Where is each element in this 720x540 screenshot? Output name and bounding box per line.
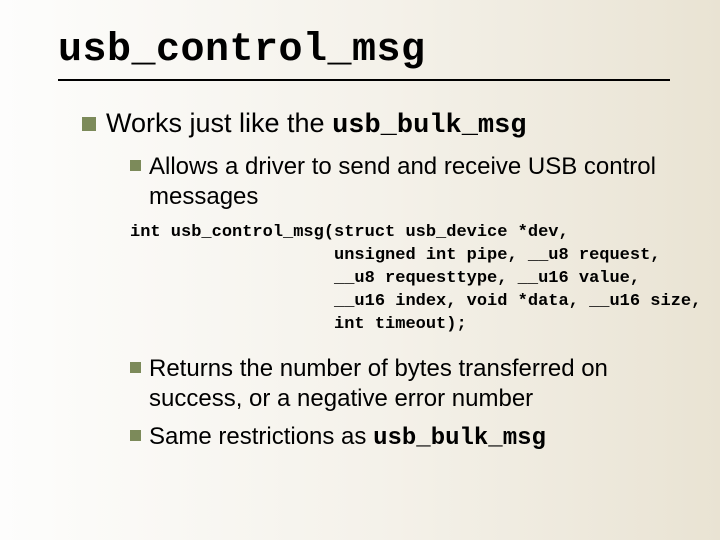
- lvl1-text: Works just like the: [106, 108, 332, 138]
- lvl2c-text: Same restrictions as: [149, 423, 373, 450]
- lvl1-code: usb_bulk_msg: [332, 111, 526, 141]
- bullet-level2-allows: Allows a driver to send and receive USB …: [130, 152, 670, 212]
- code-line-4: int timeout);: [130, 315, 467, 334]
- code-line-3: __u16 index, void *data, __u16 size,: [130, 292, 701, 311]
- slide: usb_control_msg Works just like the usb_…: [0, 0, 720, 540]
- title-rule: [58, 79, 670, 81]
- square-bullet-icon: [130, 160, 141, 171]
- code-line-2: __u8 requesttype, __u16 value,: [130, 269, 640, 288]
- lvl2a-text: Allows a driver to send and receive USB …: [149, 152, 670, 212]
- code-signature: int usb_control_msg(struct usb_device *d…: [130, 222, 670, 337]
- code-line-1: unsigned int pipe, __u8 request,: [130, 246, 661, 265]
- slide-title: usb_control_msg: [58, 28, 670, 73]
- square-bullet-icon: [130, 430, 141, 441]
- lvl2b-text: Returns the number of bytes transferred …: [149, 354, 670, 414]
- code-line-0: int usb_control_msg(struct usb_device *d…: [130, 223, 569, 242]
- square-bullet-icon: [82, 117, 96, 131]
- square-bullet-icon: [130, 362, 141, 373]
- bullet-level1: Works just like the usb_bulk_msg: [82, 107, 670, 144]
- bullet-level2-returns: Returns the number of bytes transferred …: [130, 354, 670, 414]
- bullet-level2-restrictions: Same restrictions as usb_bulk_msg: [130, 422, 670, 454]
- lvl2c-code: usb_bulk_msg: [373, 425, 546, 452]
